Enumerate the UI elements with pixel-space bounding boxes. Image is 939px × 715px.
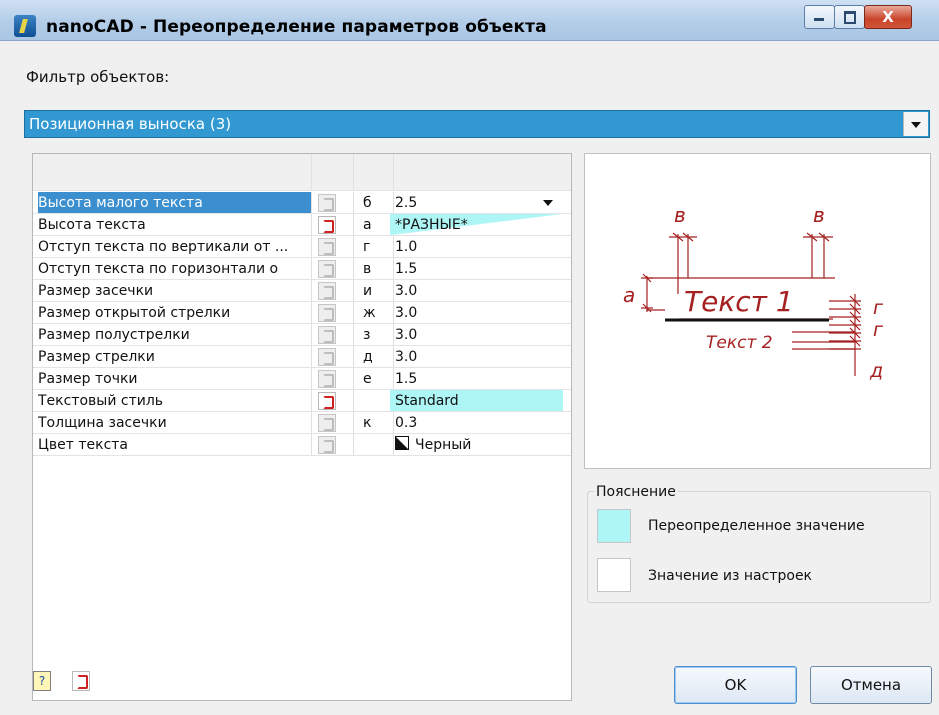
legend-overridden-label: Переопределенное значение <box>648 518 865 534</box>
legend-group <box>587 491 931 603</box>
reset-value-icon[interactable] <box>318 282 336 300</box>
color-swatch-icon <box>395 436 409 450</box>
property-name: Текстовый стиль <box>38 393 164 409</box>
property-value[interactable]: 2.5 <box>390 192 563 214</box>
property-letter: б <box>363 195 372 211</box>
property-value[interactable]: Черный <box>390 434 563 456</box>
ok-button[interactable]: OK <box>674 666 797 704</box>
legend-title: Пояснение <box>594 484 678 500</box>
reset-all-icon[interactable] <box>72 671 90 691</box>
property-letter: з <box>363 327 371 343</box>
property-letter: д <box>363 349 373 365</box>
property-value[interactable]: 3.0 <box>390 302 563 324</box>
reset-value-icon[interactable] <box>318 216 336 234</box>
property-value[interactable]: 3.0 <box>390 280 563 302</box>
title-bar: nanoCAD - Переопределение параметров объ… <box>0 0 939 41</box>
reset-value-icon[interactable] <box>318 370 336 388</box>
property-letter: г <box>363 239 371 255</box>
diagram-text2: Текст 2 <box>706 333 773 353</box>
cancel-button[interactable]: Отмена <box>810 666 932 704</box>
overridden-color-swatch <box>597 509 631 543</box>
close-icon: X <box>882 8 894 26</box>
filter-label: Фильтр объектов: <box>26 68 170 86</box>
property-letter: в <box>363 261 372 277</box>
property-value[interactable]: 1.5 <box>390 258 563 280</box>
nanocad-app-icon <box>14 15 36 37</box>
property-value[interactable]: 1.0 <box>390 236 563 258</box>
property-row[interactable]: Высота малого текста б 2.5 <box>33 192 571 214</box>
property-value[interactable]: 1.5 <box>390 368 563 390</box>
maximize-button[interactable] <box>834 5 865 29</box>
property-letter: ж <box>363 305 376 321</box>
reset-value-icon[interactable] <box>318 194 336 212</box>
property-value[interactable]: 3.0 <box>390 346 563 368</box>
property-name: Высота текста <box>38 217 146 233</box>
property-letter: е <box>363 371 372 387</box>
property-name: Толщина засечки <box>38 415 167 431</box>
diagram-label-v-right: в <box>813 203 825 227</box>
default-color-swatch <box>597 558 631 592</box>
reset-value-icon[interactable] <box>318 392 336 410</box>
diagram-text1: Текст 1 <box>684 285 794 318</box>
property-row[interactable]: Текстовый стиль Standard <box>33 390 571 412</box>
property-row[interactable]: Размер стрелки д 3.0 <box>33 346 571 368</box>
object-filter-value: Позиционная выноска (3) <box>29 115 232 133</box>
diagram-label-g-bottom: г <box>873 319 884 341</box>
property-name: Размер открытой стрелки <box>38 305 231 321</box>
minimize-button[interactable] <box>804 5 835 29</box>
preview-panel: Текст 1 Текст 2 в в а г г д <box>584 153 931 469</box>
window-title: nanoCAD - Переопределение параметров объ… <box>46 17 547 37</box>
property-letter: и <box>363 283 373 299</box>
property-name: Размер стрелки <box>38 349 155 365</box>
property-name: Размер точки <box>38 371 138 387</box>
reset-value-icon[interactable] <box>318 348 336 366</box>
diagram-label-v-left: в <box>674 203 686 227</box>
object-filter-select[interactable]: Позиционная выноска (3) <box>24 110 930 138</box>
property-value-text: Черный <box>415 437 472 453</box>
property-letter: а <box>363 217 372 233</box>
reset-value-icon[interactable] <box>318 304 336 322</box>
property-row[interactable]: Отступ текста по горизонтали о в 1.5 <box>33 258 571 280</box>
diagram-label-a: а <box>623 283 635 307</box>
property-name: Размер засечки <box>38 283 154 299</box>
close-button[interactable]: X <box>864 5 912 29</box>
property-name: Размер полустрелки <box>38 327 190 343</box>
reset-value-icon[interactable] <box>318 238 336 256</box>
reset-value-icon[interactable] <box>318 436 336 454</box>
property-row[interactable]: Размер открытой стрелки ж 3.0 <box>33 302 571 324</box>
properties-grid: Высота малого текста б 2.5 Высота текста а *Р… <box>32 153 572 701</box>
property-row[interactable]: Высота текста а *РАЗНЫЕ* <box>33 214 571 236</box>
diagram-label-d: д <box>869 360 883 382</box>
grid-header <box>33 154 571 191</box>
reset-value-icon[interactable] <box>318 326 336 344</box>
property-value[interactable]: Standard <box>390 390 563 412</box>
property-row[interactable]: Размер засечки и 3.0 <box>33 280 571 302</box>
property-name: Отступ текста по вертикали от ... <box>38 239 289 255</box>
property-value[interactable]: *РАЗНЫЕ* <box>390 214 563 236</box>
property-value[interactable]: 0.3 <box>390 412 563 434</box>
leader-diagram: Текст 1 Текст 2 в в а г г д <box>623 203 884 382</box>
property-row[interactable]: Цвет текста Черный <box>33 434 571 456</box>
help-icon[interactable]: ? <box>33 671 51 691</box>
property-row[interactable]: Отступ текста по вертикали от ... г 1.0 <box>33 236 571 258</box>
property-value[interactable]: 3.0 <box>390 324 563 346</box>
chevron-down-icon[interactable] <box>543 200 553 206</box>
reset-value-icon[interactable] <box>318 414 336 432</box>
property-row[interactable]: Размер полустрелки з 3.0 <box>33 324 571 346</box>
chevron-down-icon[interactable] <box>903 112 928 136</box>
property-letter: к <box>363 415 372 431</box>
property-row[interactable]: Толщина засечки к 0.3 <box>33 412 571 434</box>
diagram-label-g-top: г <box>873 297 884 319</box>
property-name: Отступ текста по горизонтали о <box>38 261 279 277</box>
property-name: Цвет текста <box>38 437 128 453</box>
legend-default-label: Значение из настроек <box>648 568 813 584</box>
property-row[interactable]: Размер точки е 1.5 <box>33 368 571 390</box>
property-name: Высота малого текста <box>38 192 312 214</box>
reset-value-icon[interactable] <box>318 260 336 278</box>
